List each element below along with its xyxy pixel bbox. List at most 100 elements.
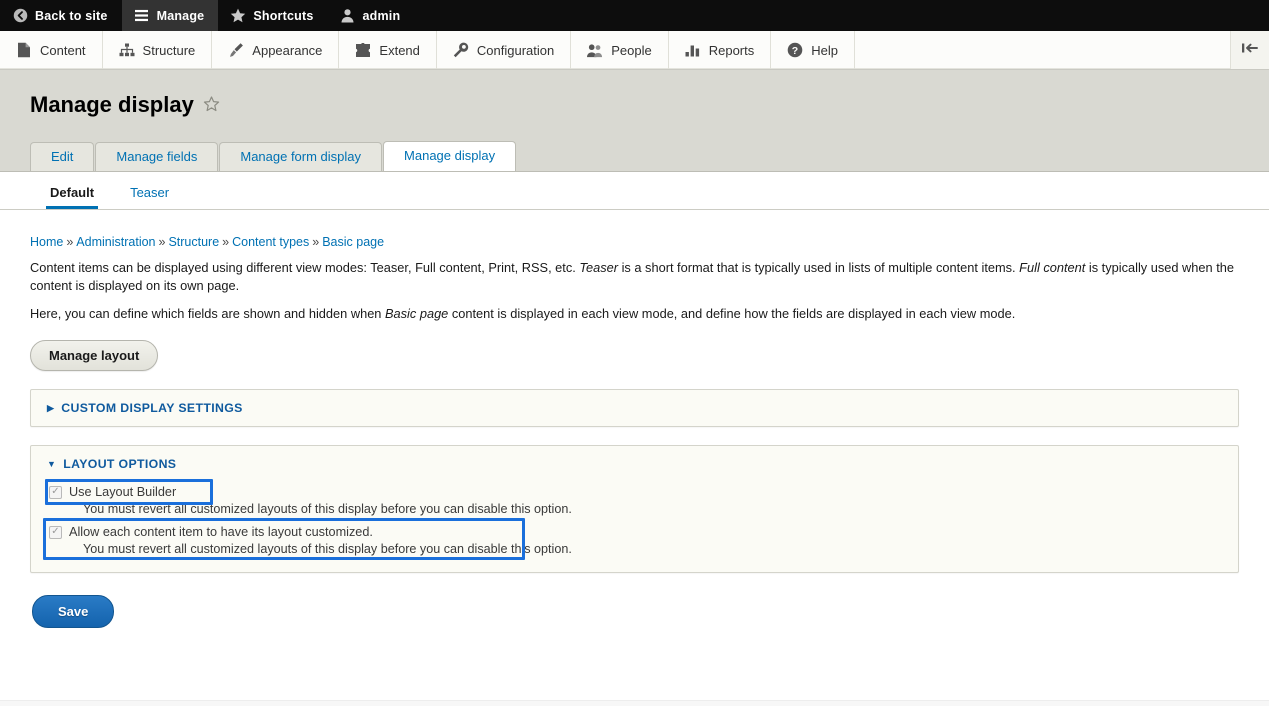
allow-custom-layouts-checkbox-label[interactable]: ✓ Allow each content item to have its la… (47, 523, 1222, 541)
chevron-down-icon: ▼ (47, 458, 57, 469)
menu-item-reports[interactable]: Reports (669, 31, 772, 69)
intro-emphasis-teaser: Teaser (579, 260, 619, 275)
intro-paragraph-2: Here, you can define which fields are sh… (30, 305, 1239, 323)
intro-text: content is displayed in each view mode, … (448, 306, 1016, 321)
check-glyph: ✓ (51, 526, 60, 537)
toolbar-orientation-toggle[interactable] (1231, 31, 1269, 69)
menu-item-label: Appearance (252, 42, 323, 58)
check-glyph: ✓ (51, 486, 60, 497)
menu-item-appearance[interactable]: Appearance (212, 31, 340, 69)
people-icon (587, 42, 603, 58)
button-label: Manage layout (49, 348, 140, 363)
toolbar-orientation-icon (1240, 41, 1260, 60)
menu-item-structure[interactable]: Structure (103, 31, 213, 69)
custom-display-settings-summary[interactable]: ▶ CUSTOM DISPLAY SETTINGS (31, 390, 1238, 426)
breadcrumb-separator: » (222, 235, 230, 249)
menu-item-label: Content (40, 42, 86, 58)
secondary-tabs: Default Teaser (0, 172, 1269, 210)
menu-item-label: Help (811, 42, 838, 58)
save-button[interactable]: Save (32, 595, 115, 628)
menu-item-help[interactable]: ? Help (771, 31, 855, 69)
summary-label: CUSTOM DISPLAY SETTINGS (61, 401, 243, 415)
button-label: Save (58, 604, 89, 619)
tab-label: Manage form display (240, 149, 362, 164)
use-layout-builder-checkbox-label[interactable]: ✓ Use Layout Builder (47, 483, 1222, 501)
hamburger-icon (134, 8, 150, 24)
breadcrumb-item-home[interactable]: Home (30, 235, 63, 249)
checkbox-label-text: Use Layout Builder (69, 485, 177, 499)
menu-item-label: People (611, 42, 652, 58)
layout-options-summary[interactable]: ▼ LAYOUT OPTIONS (31, 446, 1238, 482)
use-layout-builder-checkbox[interactable]: ✓ (49, 485, 62, 499)
user-icon (339, 8, 355, 24)
custom-display-settings-details: ▶ CUSTOM DISPLAY SETTINGS (30, 389, 1239, 427)
toolbar-tab-label: Back to site (35, 8, 108, 23)
chevron-right-icon: ▶ (47, 402, 55, 413)
tab-manage-display[interactable]: Manage display (383, 141, 517, 171)
subtab-default[interactable]: Default (46, 185, 99, 209)
toolbar-tab-manage[interactable]: Manage (121, 0, 219, 31)
toolbar-tab-label: Manage (156, 8, 205, 23)
star-icon (230, 8, 246, 24)
admin-toolbar: Back to site Manage Shortcuts admin (0, 0, 1269, 31)
menu-item-extend[interactable]: Extend (339, 31, 437, 69)
manage-layout-button[interactable]: Manage layout (30, 340, 159, 371)
document-icon (16, 42, 32, 58)
sitemap-icon (119, 42, 135, 58)
checkbox-row-allow-custom-layouts: ✓ Allow each content item to have its la… (43, 518, 1222, 560)
star-outline-icon[interactable] (203, 92, 220, 118)
primary-tabs: Edit Manage fields Manage form display M… (30, 141, 1269, 171)
tab-edit[interactable]: Edit (30, 142, 95, 171)
svg-text:?: ? (792, 45, 798, 57)
intro-text: is a short format that is typically used… (618, 260, 1020, 275)
menu-item-label: Structure (142, 42, 196, 58)
page-footer-edge (0, 700, 1269, 706)
intro-text: Content items can be displayed using dif… (30, 260, 580, 275)
breadcrumb-item-content-types[interactable]: Content types (232, 235, 309, 249)
menu-item-label: Reports (708, 42, 755, 58)
intro-emphasis-full-content: Full content (1019, 260, 1086, 275)
subtab-label: Teaser (130, 185, 170, 200)
menu-item-configuration[interactable]: Configuration (437, 31, 572, 69)
menu-item-content[interactable]: Content (0, 31, 103, 69)
menu-spacer (855, 31, 1231, 69)
tab-manage-fields[interactable]: Manage fields (95, 142, 219, 171)
breadcrumb: Home» Administration» Structure» Content ty… (30, 210, 1239, 249)
toolbar-tab-shortcuts[interactable]: Shortcuts (218, 0, 327, 31)
intro-text: Here, you can define which fields are sh… (30, 306, 385, 321)
menu-item-label: Configuration (476, 42, 555, 58)
tab-label: Manage display (404, 148, 496, 163)
allow-custom-layouts-checkbox[interactable]: ✓ (49, 525, 62, 539)
breadcrumb-item-basic-page[interactable]: Basic page (322, 235, 384, 249)
allow-custom-layouts-description: You must revert all customized layouts o… (83, 542, 572, 556)
toolbar-tab-label: admin (362, 8, 401, 23)
subtab-label: Default (50, 185, 95, 200)
paintbrush-icon (228, 42, 244, 58)
page-title-text: Manage display (30, 92, 194, 117)
breadcrumb-separator: » (158, 235, 166, 249)
wrench-icon (453, 42, 469, 58)
use-layout-builder-description: You must revert all customized layouts o… (83, 502, 572, 516)
puzzle-icon (355, 42, 371, 58)
page-header: Manage display Edit Manage fields Manage… (0, 70, 1269, 172)
layout-options-body: ✓ Use Layout Builder You must revert all… (31, 479, 1238, 572)
back-arrow-icon (12, 8, 28, 24)
intro-paragraph-1: Content items can be displayed using dif… (30, 259, 1239, 295)
toolbar-tab-account[interactable]: admin (327, 0, 414, 31)
menu-item-label: Extend (379, 42, 420, 58)
breadcrumb-separator: » (66, 235, 74, 249)
admin-menu-tray: Content Structure Appearance Extend Conf… (0, 31, 1269, 70)
breadcrumb-item-structure[interactable]: Structure (168, 235, 219, 249)
checkbox-label-text: Allow each content item to have its layo… (69, 525, 373, 539)
tab-label: Edit (51, 149, 74, 164)
menu-item-people[interactable]: People (571, 31, 669, 69)
breadcrumb-separator: » (312, 235, 320, 249)
tab-manage-form-display[interactable]: Manage form display (219, 142, 383, 171)
summary-label: LAYOUT OPTIONS (63, 457, 177, 471)
toolbar-tab-label: Shortcuts (253, 8, 314, 23)
toolbar-tab-back-to-site[interactable]: Back to site (0, 0, 122, 31)
subtab-teaser[interactable]: Teaser (126, 185, 173, 209)
bar-chart-icon (685, 42, 701, 58)
breadcrumb-item-administration[interactable]: Administration (76, 235, 155, 249)
intro-emphasis-basic-page: Basic page (384, 306, 449, 321)
